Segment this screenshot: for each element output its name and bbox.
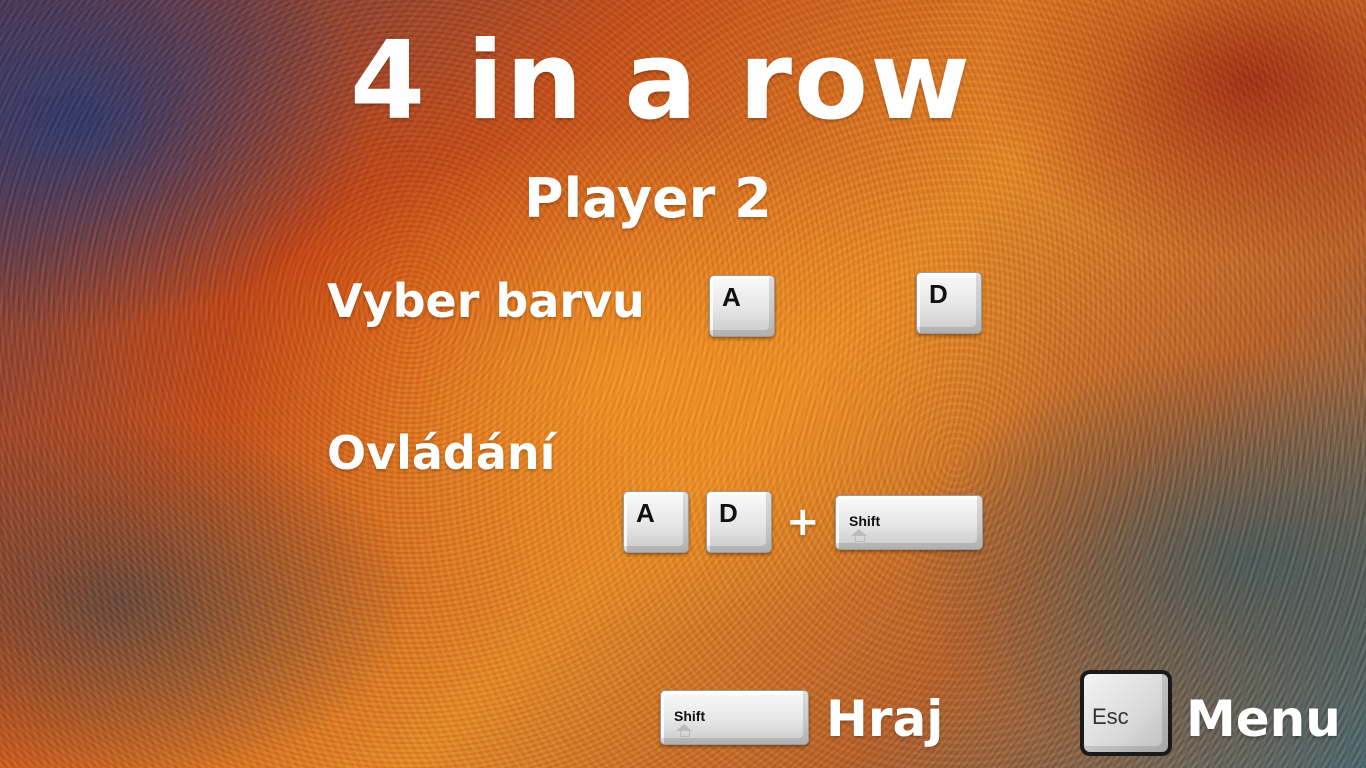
key-d-label: D xyxy=(719,498,738,528)
choose-color-label: Vyber barvu xyxy=(327,274,645,328)
key-shift-label: Shift xyxy=(849,513,881,529)
esc-key-label: Esc xyxy=(1092,704,1129,729)
shift-arrow-icon xyxy=(851,529,867,542)
control-key-shift[interactable]: Shift xyxy=(835,495,983,550)
menu-label[interactable]: Menu xyxy=(1186,694,1341,744)
esc-key[interactable]: Esc xyxy=(1080,670,1172,756)
control-key-d[interactable]: D xyxy=(706,491,772,553)
esc-key-face: Esc xyxy=(1084,674,1168,752)
control-key-a[interactable]: A xyxy=(623,491,689,553)
shift-arrow-icon xyxy=(676,724,692,737)
color-key-a[interactable]: A xyxy=(709,275,775,337)
player-heading: Player 2 xyxy=(524,167,772,230)
key-d-label: D xyxy=(929,279,948,309)
key-a-label: A xyxy=(636,498,655,528)
key-shift-label: Shift xyxy=(674,708,706,724)
play-key-shift[interactable]: Shift xyxy=(660,690,809,745)
plus-sign: + xyxy=(786,499,820,545)
play-label[interactable]: Hraj xyxy=(826,694,943,744)
key-a-label: A xyxy=(722,282,741,312)
game-title: 4 in a row xyxy=(350,19,972,144)
controls-label: Ovládání xyxy=(327,426,556,480)
color-key-d[interactable]: D xyxy=(916,272,982,334)
